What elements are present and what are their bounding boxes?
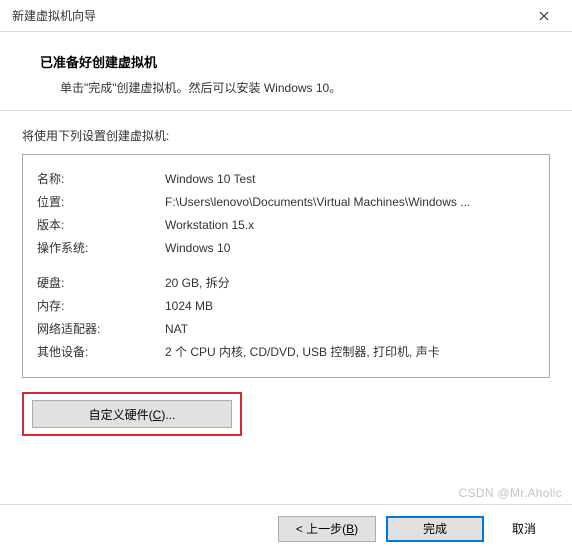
network-value: NAT: [165, 317, 535, 340]
table-row: 其他设备: 2 个 CPU 内核, CD/DVD, USB 控制器, 打印机, …: [37, 340, 535, 363]
disk-label: 硬盘:: [37, 271, 165, 294]
close-icon[interactable]: [524, 2, 564, 30]
disk-value: 20 GB, 拆分: [165, 271, 535, 294]
table-row: 内存: 1024 MB: [37, 294, 535, 317]
page-subtitle: 单击"完成"创建虚拟机。然后可以安装 Windows 10。: [40, 79, 542, 96]
version-label: 版本:: [37, 213, 165, 236]
settings-table: 名称: Windows 10 Test 位置: F:\Users\lenovo\…: [37, 167, 535, 363]
back-button[interactable]: < 上一步(B): [278, 516, 376, 542]
settings-panel: 名称: Windows 10 Test 位置: F:\Users\lenovo\…: [22, 154, 550, 378]
cancel-button[interactable]: 取消: [494, 516, 554, 542]
other-value: 2 个 CPU 内核, CD/DVD, USB 控制器, 打印机, 声卡: [165, 340, 535, 363]
customize-hardware-button[interactable]: 自定义硬件(C)...: [32, 400, 232, 428]
page-title: 已准备好创建虚拟机: [40, 52, 542, 71]
location-label: 位置:: [37, 190, 165, 213]
os-label: 操作系统:: [37, 236, 165, 259]
table-row: 版本: Workstation 15.x: [37, 213, 535, 236]
window-title: 新建虚拟机向导: [12, 7, 96, 24]
table-row: 名称: Windows 10 Test: [37, 167, 535, 190]
version-value: Workstation 15.x: [165, 213, 535, 236]
wizard-header: 已准备好创建虚拟机 单击"完成"创建虚拟机。然后可以安装 Windows 10。: [0, 32, 572, 111]
customize-hardware-highlight: 自定义硬件(C)...: [22, 392, 242, 436]
settings-intro: 将使用下列设置创建虚拟机:: [22, 127, 550, 144]
network-label: 网络适配器:: [37, 317, 165, 340]
watermark: CSDN @Mr.Aholic: [459, 486, 562, 500]
name-value: Windows 10 Test: [165, 167, 535, 190]
memory-label: 内存:: [37, 294, 165, 317]
os-value: Windows 10: [165, 236, 535, 259]
finish-button[interactable]: 完成: [386, 516, 484, 542]
wizard-footer: < 上一步(B) 完成 取消: [0, 504, 572, 552]
memory-value: 1024 MB: [165, 294, 535, 317]
table-row: 操作系统: Windows 10: [37, 236, 535, 259]
table-row: 网络适配器: NAT: [37, 317, 535, 340]
location-value: F:\Users\lenovo\Documents\Virtual Machin…: [165, 190, 535, 213]
wizard-body: 将使用下列设置创建虚拟机: 名称: Windows 10 Test 位置: F:…: [0, 111, 572, 436]
table-row: 硬盘: 20 GB, 拆分: [37, 271, 535, 294]
other-label: 其他设备:: [37, 340, 165, 363]
table-row: 位置: F:\Users\lenovo\Documents\Virtual Ma…: [37, 190, 535, 213]
titlebar: 新建虚拟机向导: [0, 0, 572, 32]
name-label: 名称:: [37, 167, 165, 190]
